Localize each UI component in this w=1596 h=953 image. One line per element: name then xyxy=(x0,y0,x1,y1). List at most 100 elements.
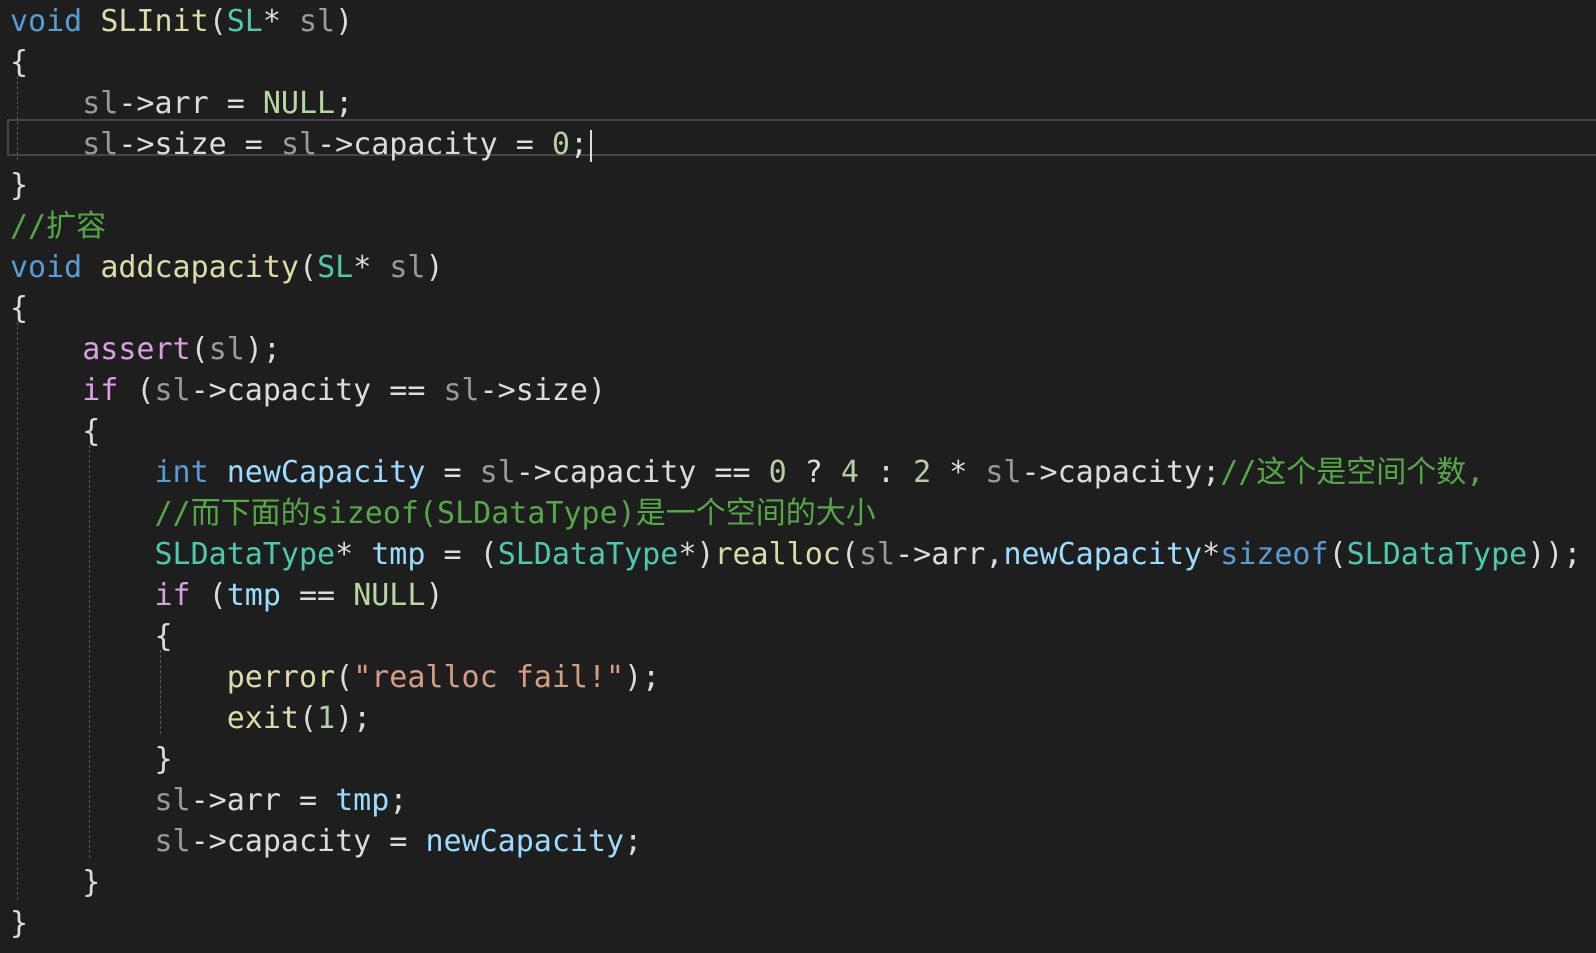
code-token: arr xyxy=(226,783,281,818)
code-token: int xyxy=(154,455,209,490)
code-token: { xyxy=(10,45,29,80)
code-token: SLInit xyxy=(100,4,209,39)
code-token: //扩容 xyxy=(10,209,107,244)
code-token: ( xyxy=(299,701,318,736)
code-token: if xyxy=(82,373,119,408)
code-line[interactable]: perror("realloc fail!"); xyxy=(10,657,661,698)
code-token: tmp xyxy=(335,783,390,818)
code-line[interactable]: sl->arr = NULL; xyxy=(10,83,353,124)
code-token: ) xyxy=(425,578,444,613)
code-token: capacity xyxy=(353,127,498,162)
code-token: = ( xyxy=(425,537,498,572)
code-token: = xyxy=(497,127,552,162)
code-line[interactable]: sl->arr = tmp; xyxy=(10,780,408,821)
code-line[interactable]: } xyxy=(10,903,28,944)
code-line[interactable]: if (sl->capacity == sl->size) xyxy=(10,370,606,411)
code-line[interactable]: } xyxy=(10,165,28,206)
code-token: 0 xyxy=(768,455,787,490)
code-token: } xyxy=(10,742,173,777)
code-token: SLDataType xyxy=(154,537,336,572)
code-token: sl xyxy=(82,86,119,121)
code-token: exit xyxy=(226,701,299,736)
code-line[interactable]: void SLInit(SL* sl) xyxy=(10,1,353,42)
code-token: newCapacity xyxy=(1003,537,1203,572)
code-token: * xyxy=(335,537,372,572)
code-line[interactable]: { xyxy=(10,42,28,83)
code-token: ); xyxy=(244,332,281,367)
code-token: == xyxy=(371,373,444,408)
code-token: capacity xyxy=(551,455,697,490)
code-line[interactable]: sl->size = sl->capacity = 0; xyxy=(10,124,592,165)
code-line[interactable]: //而下面的sizeof(SLDataType)是一个空间的大小 xyxy=(10,493,876,534)
code-token: newCapacity xyxy=(425,824,625,859)
code-line[interactable]: { xyxy=(10,288,28,329)
code-line[interactable]: sl->capacity = newCapacity; xyxy=(10,821,643,862)
code-token: -> xyxy=(515,455,552,490)
code-token: ) xyxy=(335,4,354,39)
code-token: = xyxy=(226,127,281,162)
code-editor[interactable]: void SLInit(SL* sl){ sl->arr = NULL; sl-… xyxy=(0,0,1596,953)
code-token: == xyxy=(280,578,354,613)
code-token: = xyxy=(280,783,336,818)
code-token: ; xyxy=(335,86,354,121)
code-line[interactable]: assert(sl); xyxy=(10,329,281,370)
code-token: { xyxy=(10,414,101,449)
code-line[interactable]: { xyxy=(10,616,172,657)
code-line[interactable]: } xyxy=(10,862,100,903)
code-token: ( xyxy=(299,250,318,285)
code-token: ( xyxy=(190,332,209,367)
code-token: { xyxy=(10,291,29,326)
code-token: ( xyxy=(840,537,859,572)
code-token: ) xyxy=(588,373,607,408)
code-token: sl xyxy=(985,455,1022,490)
code-token: void xyxy=(10,4,83,39)
code-token: * xyxy=(931,455,986,490)
code-token: 4 xyxy=(840,455,859,490)
code-token: = xyxy=(208,86,263,121)
code-token: -> xyxy=(317,127,354,162)
code-token: -> xyxy=(479,373,516,408)
code-token: if xyxy=(154,578,191,613)
code-line[interactable]: } xyxy=(10,739,173,780)
code-token: * xyxy=(1202,537,1221,572)
code-token: * xyxy=(262,4,299,39)
code-token: = xyxy=(425,455,480,490)
code-token: ? xyxy=(786,455,841,490)
code-token: ( xyxy=(208,4,227,39)
code-token: = xyxy=(371,824,426,859)
code-token: == xyxy=(696,455,769,490)
code-token: addcapacity xyxy=(100,250,299,285)
code-token: tmp xyxy=(371,537,426,572)
code-line[interactable]: SLDataType* tmp = (SLDataType*)realloc(s… xyxy=(10,534,1582,575)
code-line[interactable]: int newCapacity = sl->capacity == 0 ? 4 … xyxy=(10,452,1485,493)
code-token: } xyxy=(10,906,29,941)
code-token: sl xyxy=(82,127,119,162)
code-token: ( xyxy=(190,578,227,613)
code-line[interactable]: //扩容 xyxy=(10,206,106,247)
code-token: ( xyxy=(1328,537,1347,572)
code-token: NULL xyxy=(262,86,336,121)
code-line[interactable]: { xyxy=(10,411,100,452)
code-token: -> xyxy=(190,373,227,408)
text-cursor xyxy=(590,129,592,162)
code-token: sl xyxy=(280,127,318,162)
code-token: ); xyxy=(624,660,661,695)
code-line[interactable]: void addcapacity(SL* sl) xyxy=(10,247,444,288)
code-line[interactable]: exit(1); xyxy=(10,698,372,739)
code-token: -> xyxy=(118,86,155,121)
code-token: ; xyxy=(569,127,588,162)
code-token: SL xyxy=(226,4,263,39)
code-token: sl xyxy=(208,332,245,367)
code-token: -> xyxy=(1021,455,1058,490)
code-token: ( xyxy=(335,660,354,695)
code-line[interactable]: if (tmp == NULL) xyxy=(10,575,444,616)
